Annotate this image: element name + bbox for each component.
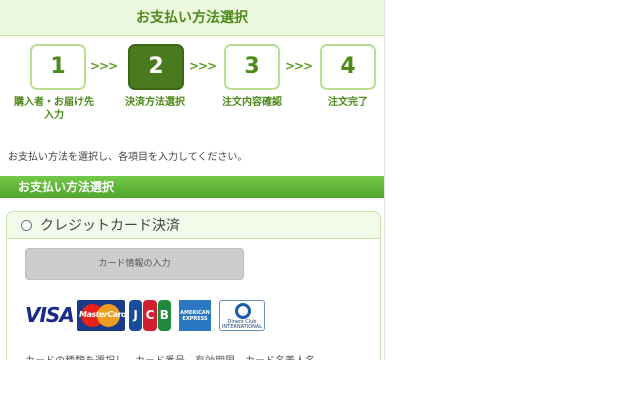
instruction-text: お支払い方法を選択し、各項目を入力してください。 — [8, 152, 248, 163]
step-1-label-line2: 入力 — [44, 110, 64, 121]
step-arrow-3: >>> — [285, 59, 313, 73]
step-4-number: 4 — [340, 54, 356, 79]
checkout-steps: 1 >>> 2 >>> 3 >>> 4 購入者・お届け先 入力 決済方法選択 注… — [0, 36, 384, 121]
browser-viewport: お支払い方法選択 1 >>> 2 >>> 3 >>> 4 購入者・お届け先 入力… — [0, 0, 385, 360]
step-3-number: 3 — [244, 54, 260, 79]
page-title: お支払い方法選択 — [136, 10, 248, 26]
payment-method-credit-card: クレジットカード決済 カード情報の入力 VISA MasterCard J C … — [6, 211, 381, 360]
card-instructions-text: カードの種類を選択し、カード番号、有効期限、カード名義人名 — [25, 352, 315, 360]
page-header: お支払い方法選択 — [0, 0, 384, 36]
payment-method-header[interactable]: クレジットカード決済 — [7, 212, 380, 239]
step-4-label: 注文完了 — [328, 97, 368, 108]
step-4-box: 4 — [320, 44, 376, 90]
diners-ring-icon — [235, 303, 251, 319]
jcb-j: J — [129, 300, 143, 331]
step-3-box: 3 — [224, 44, 280, 90]
mastercard-text: MasterCard — [79, 310, 125, 319]
step-1-box: 1 — [30, 44, 86, 90]
credit-card-radio[interactable] — [21, 220, 32, 231]
diners-text-line2: INTERNATIONAL — [221, 324, 263, 330]
step-arrow-2: >>> — [189, 59, 217, 73]
amex-logo: AMERICAN EXPRESS — [179, 300, 211, 331]
section-title: お支払い方法選択 — [18, 180, 115, 194]
step-3-label: 注文内容確認 — [222, 97, 282, 108]
section-title-bar: お支払い方法選択 — [0, 176, 384, 198]
step-arrow-1: >>> — [90, 59, 118, 73]
enter-card-info-button[interactable]: カード情報の入力 — [25, 248, 244, 280]
step-1-number: 1 — [50, 54, 66, 79]
jcb-logo: J C B — [129, 300, 171, 331]
step-1-label: 購入者・お届け先 入力 — [4, 96, 104, 122]
step-2-number: 2 — [148, 54, 164, 79]
visa-logo: VISA — [25, 303, 75, 327]
amex-text-line2: EXPRESS — [182, 316, 208, 322]
credit-card-label[interactable]: クレジットカード決済 — [40, 215, 180, 235]
step-2-box: 2 — [128, 44, 184, 90]
step-1-label-line1: 購入者・お届け先 — [14, 97, 94, 108]
diners-club-logo: Diners Club INTERNATIONAL — [219, 300, 265, 331]
diners-text: Diners Club INTERNATIONAL — [220, 320, 264, 330]
step-2-label: 決済方法選択 — [125, 97, 185, 108]
jcb-c: C — [143, 300, 157, 331]
jcb-b: B — [157, 300, 171, 331]
mastercard-logo: MasterCard — [77, 300, 125, 331]
